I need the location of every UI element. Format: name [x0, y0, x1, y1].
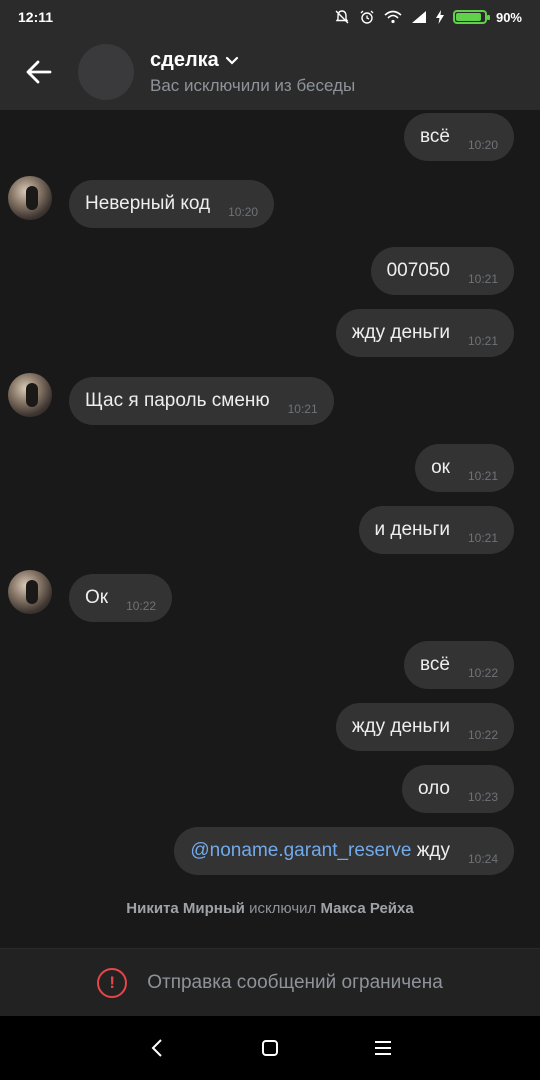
restriction-bar: ! Отправка сообщений ограничена [0, 948, 540, 1016]
message-incoming[interactable]: Неверный код 10:20 [69, 180, 275, 228]
message-time: 10:20 [467, 138, 498, 152]
message-time: 10:21 [467, 272, 498, 286]
message-incoming[interactable]: Ок 10:22 [69, 574, 173, 622]
message-incoming[interactable]: Щас я пароль сменю 10:21 [69, 377, 334, 425]
message-outgoing[interactable]: @noname.garant_reserve жду 10:24 [174, 827, 514, 875]
message-list: всё 10:20 Неверный код 10:20 007050 10:2… [0, 110, 540, 948]
nav-home-button[interactable] [250, 1028, 290, 1068]
service-actor[interactable]: Никита Мирный [126, 900, 245, 917]
screen: 12:11 90% сделка Вас исключили из беседы… [0, 0, 540, 1080]
service-target[interactable]: Макса Рейха [320, 900, 413, 917]
warning-icon: ! [97, 967, 128, 998]
message-time: 10:22 [467, 728, 498, 742]
message-text: жду деньги [351, 322, 450, 343]
chat-title: сделка [150, 48, 219, 71]
battery-fill [455, 13, 482, 21]
menu-icon [375, 1041, 392, 1055]
message-outgoing[interactable]: оло 10:23 [401, 765, 514, 813]
status-time: 12:11 [18, 9, 54, 25]
message-text: Ок [85, 587, 109, 608]
service-message: Никита Мирный исключил Макса Рейха [0, 900, 540, 917]
battery-icon [452, 10, 490, 24]
chat-subtitle: Вас исключили из беседы [150, 75, 356, 95]
back-button[interactable] [0, 34, 78, 110]
alarm-icon [360, 10, 374, 24]
message-text: всё [420, 126, 450, 147]
message-time: 10:22 [126, 599, 157, 613]
sender-avatar[interactable] [8, 176, 52, 220]
chevron-left-icon [151, 1039, 162, 1057]
mute-bell-icon [335, 10, 349, 24]
message-time: 10:21 [467, 334, 498, 348]
message-time: 10:21 [467, 531, 498, 545]
message-time: 10:20 [228, 205, 259, 219]
message-text-rest: жду [411, 840, 450, 861]
message-outgoing[interactable]: жду деньги 10:22 [335, 703, 514, 751]
message-text: @noname.garant_reserve жду [190, 840, 450, 862]
arrow-left-icon [26, 60, 52, 84]
message-outgoing[interactable]: всё 10:20 [404, 113, 514, 161]
message-time: 10:22 [467, 666, 498, 680]
message-outgoing[interactable]: жду деньги 10:21 [335, 309, 514, 357]
signal-icon [411, 11, 426, 23]
message-text: ок [431, 457, 450, 478]
message-outgoing[interactable]: 007050 10:21 [370, 247, 514, 295]
service-action: исключил [249, 900, 317, 917]
message-text: всё [420, 654, 450, 675]
message-outgoing[interactable]: всё 10:22 [404, 641, 514, 689]
mention-link[interactable]: @noname.garant_reserve [190, 840, 411, 861]
chat-title-row: сделка [150, 49, 355, 72]
chat-avatar[interactable] [78, 44, 134, 100]
wifi-icon [384, 10, 402, 24]
square-icon [261, 1040, 278, 1056]
message-outgoing[interactable]: ок 10:21 [415, 444, 514, 492]
nav-menu-button[interactable] [363, 1028, 403, 1068]
message-time: 10:24 [467, 852, 498, 866]
message-time: 10:23 [467, 790, 498, 804]
nav-back-button[interactable] [137, 1028, 177, 1068]
message-time: 10:21 [287, 402, 318, 416]
message-text: и деньги [374, 519, 450, 540]
charging-icon [435, 10, 444, 24]
chat-title-block[interactable]: сделка Вас исключили из беседы [150, 49, 355, 96]
chat-header: сделка Вас исключили из беседы [0, 34, 540, 110]
chevron-down-icon [225, 56, 238, 65]
sender-avatar[interactable] [8, 373, 52, 417]
message-text: Неверный код [85, 193, 211, 214]
battery-percent: 90% [495, 9, 522, 25]
message-text: оло [417, 778, 450, 799]
message-time: 10:21 [467, 469, 498, 483]
message-text: Щас я пароль сменю [85, 390, 270, 411]
message-outgoing[interactable]: и деньги 10:21 [358, 506, 514, 554]
message-text: 007050 [386, 260, 450, 281]
restriction-text: Отправка сообщений ограничена [147, 971, 443, 993]
message-text: жду деньги [351, 716, 450, 737]
system-nav-bar [0, 1016, 540, 1080]
sender-avatar[interactable] [8, 570, 52, 614]
status-bar: 12:11 90% [0, 0, 540, 34]
status-icons: 90% [334, 9, 522, 25]
